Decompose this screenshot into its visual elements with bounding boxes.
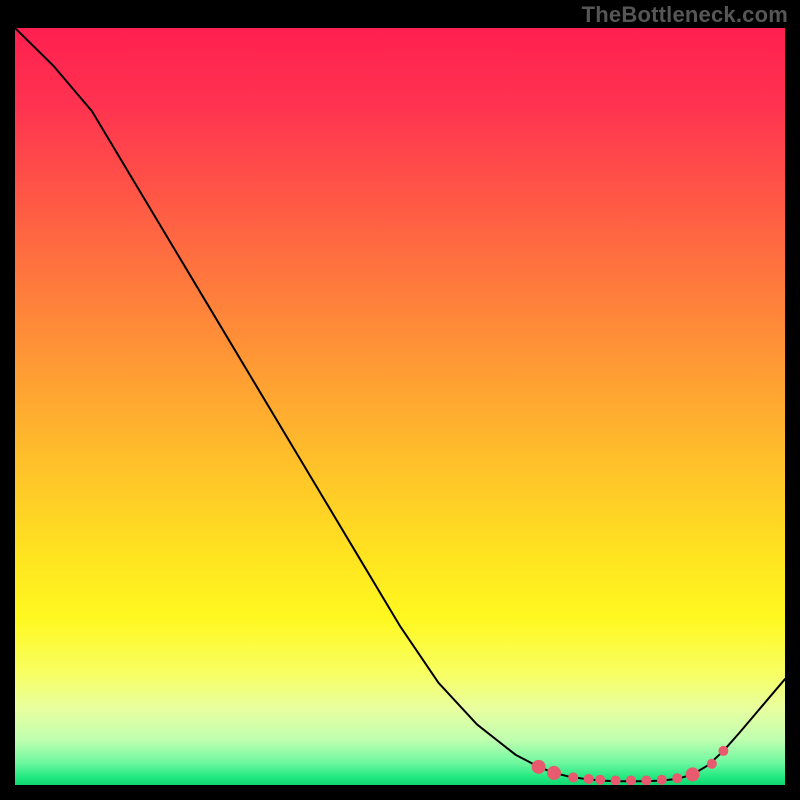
- data-marker: [641, 775, 651, 785]
- data-marker: [672, 773, 682, 783]
- attribution-text: TheBottleneck.com: [582, 2, 788, 28]
- data-marker: [718, 746, 728, 756]
- data-marker: [686, 767, 700, 781]
- data-marker: [584, 774, 594, 784]
- chart-svg: [15, 28, 785, 785]
- plot-area: [15, 28, 785, 785]
- data-marker: [547, 766, 561, 780]
- chart-frame: TheBottleneck.com: [0, 0, 800, 800]
- data-marker: [626, 775, 636, 785]
- data-marker: [707, 759, 717, 769]
- gradient-background: [15, 28, 785, 785]
- data-marker: [611, 775, 621, 785]
- data-marker: [568, 772, 578, 782]
- data-marker: [532, 760, 546, 774]
- data-marker: [595, 775, 605, 785]
- data-marker: [657, 775, 667, 785]
